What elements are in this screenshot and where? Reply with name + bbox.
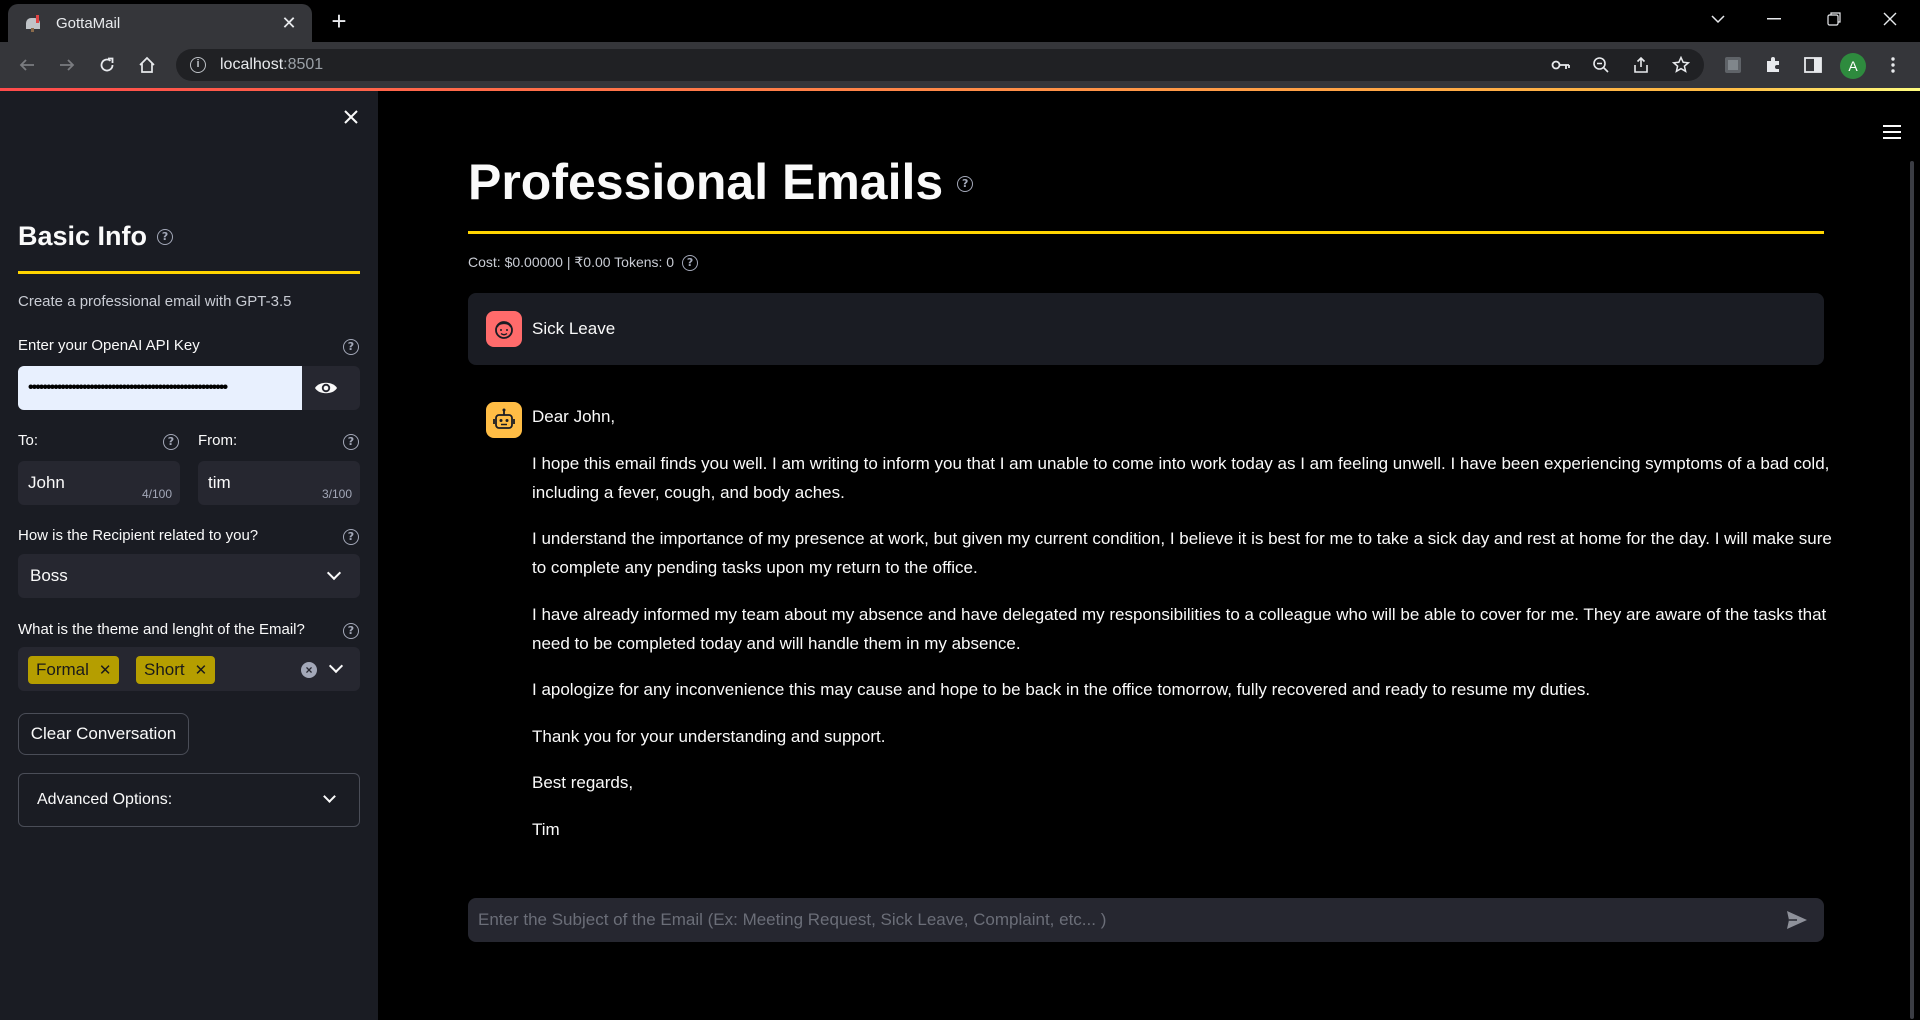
user-chat-message: Sick Leave: [468, 293, 1824, 365]
bookmark-star-icon[interactable]: [1668, 52, 1694, 78]
relation-select[interactable]: Boss: [18, 554, 360, 598]
help-icon[interactable]: ?: [157, 228, 174, 245]
url-text: localhost:8501: [220, 56, 324, 73]
message-paragraph: Tim: [532, 819, 560, 839]
chevron-down-icon: [323, 790, 336, 803]
reload-icon[interactable]: [92, 50, 122, 80]
help-icon[interactable]: ?: [343, 623, 359, 639]
to-input[interactable]: John 4/100: [18, 461, 180, 505]
help-icon[interactable]: ?: [163, 434, 179, 450]
chevron-down-icon[interactable]: [328, 658, 344, 674]
chip-formal: Formal ✕: [28, 656, 120, 684]
from-char-counter: 3/100: [321, 487, 352, 501]
close-window-button[interactable]: [1868, 0, 1912, 38]
minimize-button[interactable]: [1752, 0, 1796, 38]
sidebar-title: Basic Info ?: [18, 221, 174, 252]
assistant-avatar-icon: [486, 402, 522, 438]
message-paragraph: Dear John,: [532, 407, 616, 426]
help-icon[interactable]: ?: [343, 434, 359, 450]
scrollbar[interactable]: [1910, 161, 1914, 1019]
back-icon[interactable]: [12, 50, 42, 80]
cost-line: Cost: $0.00000 | ₹0.00 Tokens: 0 ?: [468, 254, 699, 271]
from-label: From:: [198, 432, 238, 449]
user-avatar-icon: [486, 311, 522, 347]
tab-search-icon[interactable]: [1696, 0, 1740, 38]
to-char-counter: 4/100: [141, 487, 172, 501]
theme-label: What is the theme and lenght of the Emai…: [18, 621, 305, 638]
password-key-icon[interactable]: [1548, 52, 1574, 78]
sidebar: Basic Info ? Create a professional email…: [0, 91, 378, 1020]
clear-conversation-button[interactable]: Clear Conversation: [18, 713, 189, 755]
api-key-label: Enter your OpenAI API Key: [18, 337, 200, 354]
message-paragraph: I hope this email finds you well. I am w…: [532, 453, 1830, 502]
help-icon[interactable]: ?: [343, 339, 359, 355]
chevron-down-icon: [326, 565, 342, 581]
from-input[interactable]: tim 3/100: [198, 461, 360, 505]
clear-all-icon[interactable]: ×: [301, 662, 317, 678]
message-paragraph: I have already informed my team about my…: [532, 604, 1827, 653]
mailbox-icon: [24, 15, 44, 32]
hamburger-menu-icon[interactable]: [1883, 125, 1901, 139]
tab-title: GottaMail: [56, 14, 121, 32]
profile-avatar[interactable]: A: [1840, 53, 1866, 79]
new-tab-button[interactable]: +: [324, 6, 354, 36]
api-key-field: ••••••••••••••••••••••••••••••••••••••••…: [18, 366, 360, 410]
relation-label: How is the Recipient related to you?: [18, 527, 259, 544]
zoom-out-icon[interactable]: [1588, 52, 1614, 78]
tab-close-icon[interactable]: ✕: [278, 13, 300, 34]
send-icon[interactable]: [1786, 910, 1810, 930]
title-divider: [18, 271, 360, 274]
to-label: To:: [18, 432, 39, 449]
api-key-input[interactable]: ••••••••••••••••••••••••••••••••••••••••…: [18, 366, 302, 410]
browser-toolbar: i localhost:8501 A: [0, 42, 1920, 88]
message-paragraph: Thank you for your understanding and sup…: [532, 726, 886, 746]
help-icon[interactable]: ?: [343, 529, 359, 545]
page-title: Professional Emails ?: [468, 153, 974, 211]
address-bar[interactable]: i localhost:8501: [176, 49, 1704, 81]
title-divider: [468, 231, 1824, 234]
home-icon[interactable]: [132, 50, 162, 80]
sidebar-close-icon[interactable]: [340, 107, 362, 129]
chip-short: Short ✕: [136, 656, 216, 684]
message-paragraph: Best regards,: [532, 773, 634, 792]
advanced-options-expander[interactable]: Advanced Options:: [18, 773, 360, 827]
help-icon[interactable]: ?: [957, 176, 974, 192]
extension-icon[interactable]: [1720, 52, 1746, 78]
restore-button[interactable]: [1812, 0, 1856, 38]
user-message-text: Sick Leave: [532, 319, 616, 338]
sidebar-subtitle: Create a professional email with GPT-3.5: [18, 293, 292, 310]
browser-tab-strip: GottaMail ✕ +: [0, 0, 1920, 42]
chat-input-box: [468, 898, 1824, 942]
chip-remove-icon[interactable]: ✕: [99, 662, 112, 679]
help-icon[interactable]: ?: [682, 254, 699, 271]
main-content: Professional Emails ? Cost: $0.00000 | ₹…: [378, 91, 1920, 1020]
show-password-eye-icon[interactable]: [314, 378, 338, 398]
share-icon[interactable]: [1628, 52, 1654, 78]
message-paragraph: I understand the importance of my presen…: [532, 529, 1832, 577]
side-panel-icon[interactable]: [1800, 52, 1826, 78]
chip-remove-icon[interactable]: ✕: [195, 662, 208, 679]
assistant-chat-message: Dear John, I hope this email finds you w…: [532, 402, 1832, 861]
site-info-icon[interactable]: i: [190, 57, 206, 73]
subject-input[interactable]: [468, 898, 1768, 942]
puzzle-extensions-icon[interactable]: [1760, 52, 1786, 78]
chrome-menu-icon[interactable]: [1880, 52, 1906, 78]
forward-icon[interactable]: [52, 50, 82, 80]
theme-multiselect[interactable]: Formal ✕ Short ✕ ×: [18, 647, 360, 691]
browser-tab[interactable]: GottaMail ✕: [8, 4, 312, 42]
message-paragraph: I apologize for any inconvenience this m…: [532, 680, 1591, 699]
